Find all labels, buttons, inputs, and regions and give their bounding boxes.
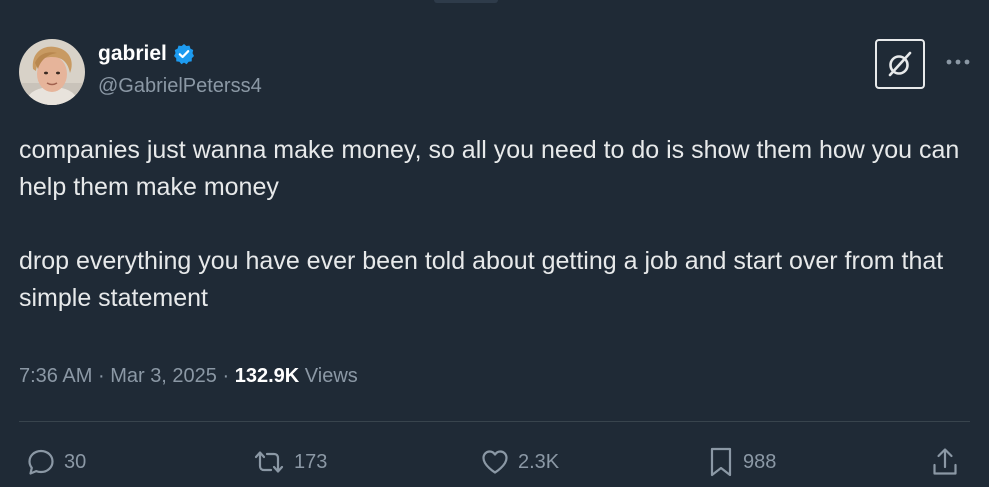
views-label: Views xyxy=(304,365,358,387)
grok-icon xyxy=(888,51,912,77)
author-block: gabriel @GabrielPeterss4 xyxy=(98,41,262,99)
action-bar: 30 173 2.3K 988 xyxy=(0,444,989,480)
author-handle[interactable]: @GabrielPeterss4 xyxy=(98,73,262,99)
reply-icon xyxy=(28,449,54,475)
repost-count: 173 xyxy=(294,450,328,473)
bookmark-count: 988 xyxy=(743,450,777,473)
share-icon xyxy=(933,448,957,475)
views-count[interactable]: 132.9K xyxy=(235,365,300,387)
bookmark-button[interactable]: 988 xyxy=(707,444,776,480)
meta-separator: · xyxy=(222,365,230,387)
like-button[interactable]: 2.3K xyxy=(480,444,559,480)
tweet-time[interactable]: 7:36 AM xyxy=(19,365,92,387)
tweet-date[interactable]: Mar 3, 2025 xyxy=(110,365,217,387)
like-count: 2.3K xyxy=(518,450,560,473)
reply-count: 30 xyxy=(64,450,87,473)
share-button[interactable] xyxy=(930,444,960,480)
more-options-icon xyxy=(946,59,970,65)
author-display-name[interactable]: gabriel xyxy=(98,41,167,67)
bookmark-icon xyxy=(710,447,732,477)
meta-separator: · xyxy=(97,365,105,387)
verified-badge-icon[interactable] xyxy=(173,43,195,65)
grok-button[interactable] xyxy=(875,39,925,89)
tweet-text: companies just wanna make money, so all … xyxy=(19,136,960,312)
repost-button[interactable]: 173 xyxy=(252,444,327,480)
reply-button[interactable]: 30 xyxy=(26,444,86,480)
heart-icon xyxy=(482,450,508,474)
avatar[interactable] xyxy=(19,39,85,105)
avatar-photo-icon xyxy=(19,39,85,105)
divider xyxy=(19,421,970,422)
tweet-meta: 7:36 AM · Mar 3, 2025 · 132.9K Views xyxy=(19,361,358,391)
repost-icon xyxy=(254,451,284,473)
author-name-row[interactable]: gabriel xyxy=(98,41,262,67)
tweet-card: gabriel @GabrielPeterss4 companies just … xyxy=(0,0,989,487)
more-options-button[interactable] xyxy=(941,50,975,74)
